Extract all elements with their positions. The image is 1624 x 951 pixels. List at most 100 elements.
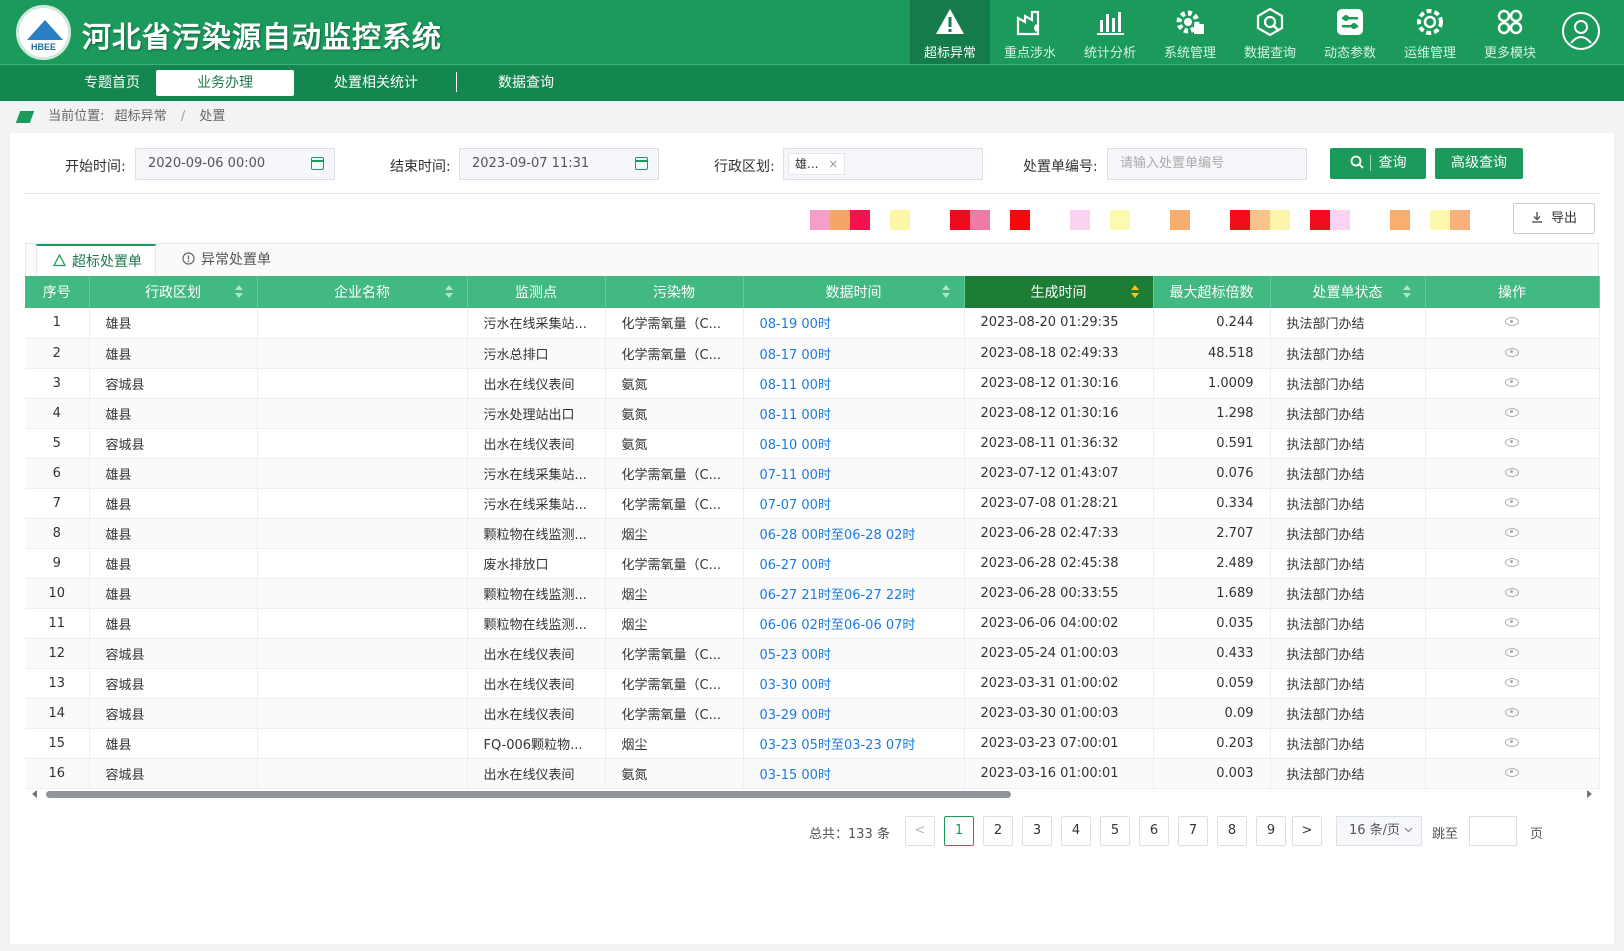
subnav-data-query[interactable]: 数据查询 (466, 70, 586, 96)
module-data-query[interactable]: 数据查询 (1230, 0, 1310, 64)
cell-data-time[interactable]: 08-17 00时 (743, 338, 965, 369)
cell-company (257, 488, 468, 519)
view-eye-icon[interactable] (1505, 707, 1519, 717)
cell-data-time[interactable]: 03-23 05时至03-23 07时 (743, 728, 965, 759)
scroll-left-icon[interactable] (32, 790, 37, 798)
chip-close-icon[interactable]: × (828, 157, 838, 171)
cell-company (257, 428, 468, 459)
view-eye-icon[interactable] (1505, 557, 1519, 567)
cell-data-time[interactable]: 05-23 00时 (743, 638, 965, 669)
cell-data-time[interactable]: 07-07 00时 (743, 488, 965, 519)
start-time-input[interactable]: 2020-09-06 00:00 (135, 148, 335, 180)
legend-swatch (810, 210, 830, 230)
view-eye-icon[interactable] (1505, 737, 1519, 747)
sort-icon[interactable] (1402, 285, 1411, 299)
module-more[interactable]: 更多模块 (1470, 0, 1550, 64)
tab-label: 异常处置单 (201, 252, 271, 268)
horizontal-scrollbar[interactable] (32, 788, 1592, 800)
col-header-monitor-point: 监测点 (467, 276, 606, 308)
cell-data-time[interactable]: 06-27 00时 (743, 548, 965, 579)
page-button[interactable]: 7 (1178, 816, 1208, 846)
legend-swatch (970, 210, 990, 230)
view-eye-icon[interactable] (1505, 437, 1519, 447)
order-number-input[interactable]: 请输入处置单编号 (1107, 148, 1307, 180)
tab-overstandard[interactable]: 超标处置单 (36, 244, 156, 277)
region-select[interactable]: 雄... × (783, 148, 983, 180)
cell-data-time[interactable]: 06-28 00时至06-28 02时 (743, 518, 965, 549)
page-button[interactable]: 9 (1256, 816, 1286, 846)
view-eye-icon[interactable] (1505, 347, 1519, 357)
col-header-label: 数据时间 (825, 285, 882, 301)
view-eye-icon[interactable] (1505, 377, 1519, 387)
module-water[interactable]: 重点涉水 (990, 0, 1070, 64)
cell-data-time[interactable]: 08-11 00时 (743, 368, 965, 399)
col-header-company[interactable]: 企业名称 (257, 276, 468, 308)
page-button[interactable]: 1 (944, 816, 974, 846)
cell-created-time: 2023-08-12 01:30:16 (964, 398, 1154, 429)
end-time-input[interactable]: 2023-09-07 11:31 (459, 148, 659, 180)
query-button-label: 查询 (1369, 155, 1407, 171)
subnav-topic-home[interactable]: 专题首页 (52, 70, 172, 96)
query-button[interactable]: 查询 (1330, 148, 1426, 179)
prev-page-button[interactable]: < (905, 816, 935, 846)
scroll-right-icon[interactable] (1587, 790, 1592, 798)
module-statistics[interactable]: 统计分析 (1070, 0, 1150, 64)
view-eye-icon[interactable] (1505, 767, 1519, 777)
cell-actions (1425, 518, 1600, 549)
cell-data-time[interactable]: 08-11 00时 (743, 398, 965, 429)
view-eye-icon[interactable] (1505, 527, 1519, 537)
tab-label: 超标处置单 (72, 254, 142, 270)
breadcrumb-level1[interactable]: 超标异常 (115, 109, 167, 124)
subnav-disposal-stats[interactable]: 处置相关统计 (316, 70, 436, 96)
view-eye-icon[interactable] (1505, 467, 1519, 477)
module-dynamic-params[interactable]: 动态参数 (1310, 0, 1390, 64)
module-overstandard[interactable]: 超标异常 (910, 0, 990, 64)
cell-data-time[interactable]: 06-06 02时至06-06 07时 (743, 608, 965, 639)
view-eye-icon[interactable] (1505, 497, 1519, 507)
next-page-button[interactable]: > (1292, 816, 1322, 846)
col-header-region[interactable]: 行政区划 (89, 276, 258, 308)
advanced-query-button[interactable]: 高级查询 (1435, 148, 1523, 179)
page-button[interactable]: 4 (1061, 816, 1091, 846)
cell-data-time[interactable]: 08-19 00时 (743, 308, 965, 339)
module-system[interactable]: 系统管理 (1150, 0, 1230, 64)
cell-data-time[interactable]: 03-15 00时 (743, 758, 965, 789)
cell-data-time[interactable]: 03-29 00时 (743, 698, 965, 729)
view-eye-icon[interactable] (1505, 587, 1519, 597)
page-button[interactable]: 8 (1217, 816, 1247, 846)
cell-monitor-point: 颗粒物在线监测... (467, 608, 606, 639)
scroll-thumb[interactable] (46, 791, 1011, 798)
cell-data-time[interactable]: 06-27 21时至06-27 22时 (743, 578, 965, 609)
sort-icon[interactable] (444, 285, 453, 299)
cell-data-time[interactable]: 07-11 00时 (743, 458, 965, 489)
cell-max-ratio: 0.076 (1153, 458, 1271, 489)
col-header-created-time[interactable]: 生成时间 (964, 276, 1154, 308)
jump-page-input[interactable] (1469, 816, 1517, 846)
sort-icon[interactable] (941, 285, 950, 299)
subnav-business[interactable]: 业务办理 (156, 70, 294, 96)
table-row: 1 雄县 污水在线采集站... 化学需氧量（C... 08-19 00时 2023-08-… (25, 308, 1600, 339)
sort-icon[interactable] (1130, 285, 1139, 299)
warning-icon (936, 9, 964, 34)
view-eye-icon[interactable] (1505, 617, 1519, 627)
module-operations[interactable]: 运维管理 (1390, 0, 1470, 64)
page-button[interactable]: 6 (1139, 816, 1169, 846)
view-eye-icon[interactable] (1505, 647, 1519, 657)
user-avatar-button[interactable] (1562, 12, 1600, 50)
view-eye-icon[interactable] (1505, 677, 1519, 687)
export-button[interactable]: 导出 (1513, 203, 1595, 234)
tab-abnormal[interactable]: 异常处置单 (166, 244, 286, 277)
page-button[interactable]: 5 (1100, 816, 1130, 846)
page-button[interactable]: 3 (1022, 816, 1052, 846)
table-row: 15 雄县 FQ-006颗粒物... 烟尘 03-23 05时至03-23 07时 202… (25, 728, 1600, 759)
col-header-status[interactable]: 处置单状态 (1270, 276, 1426, 308)
view-eye-icon[interactable] (1505, 317, 1519, 327)
page-button[interactable]: 2 (983, 816, 1013, 846)
cell-data-time[interactable]: 03-30 00时 (743, 668, 965, 699)
cell-data-time[interactable]: 08-10 00时 (743, 428, 965, 459)
page-size-select[interactable]: 16 条/页 (1336, 816, 1422, 846)
col-header-data-time[interactable]: 数据时间 (743, 276, 965, 308)
view-eye-icon[interactable] (1505, 407, 1519, 417)
sort-icon[interactable] (234, 285, 243, 299)
cell-region: 雄县 (89, 338, 258, 369)
